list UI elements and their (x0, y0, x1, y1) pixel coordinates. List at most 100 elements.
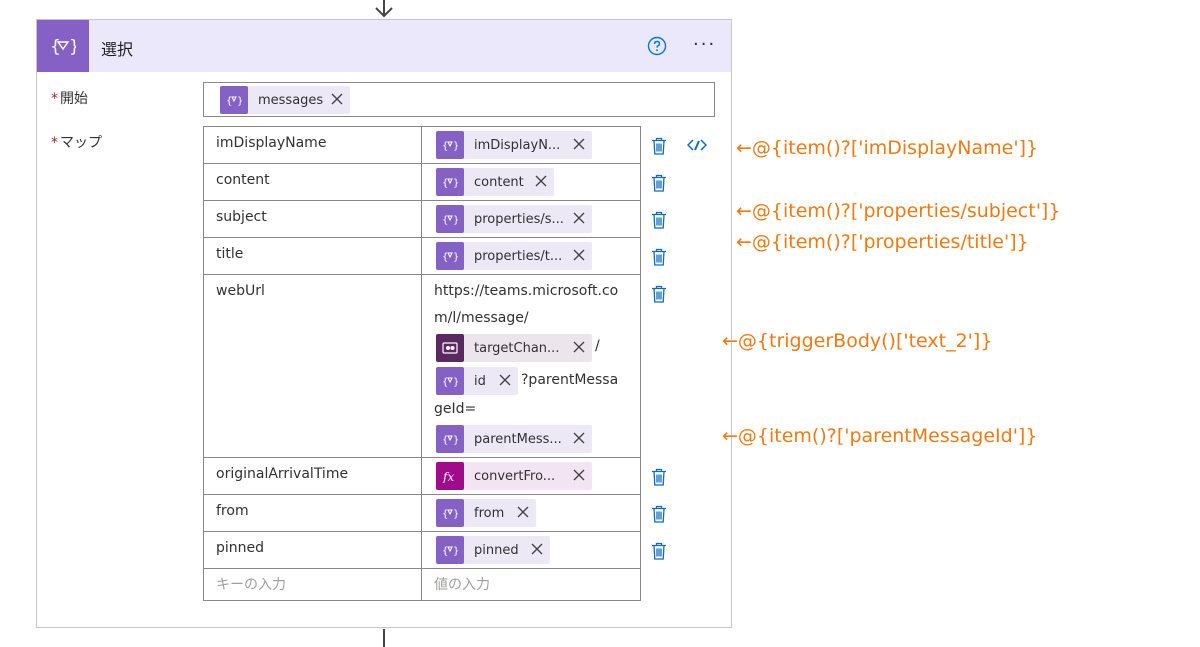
svg-text:}: } (453, 178, 458, 189)
svg-text:}: } (453, 377, 458, 388)
close-icon[interactable] (572, 137, 586, 151)
action-header[interactable]: { } 選択 ··· (37, 20, 731, 72)
close-icon[interactable] (534, 174, 548, 188)
token-label: targetChan... (474, 340, 560, 356)
svg-text:{: { (442, 252, 448, 263)
map-key-cell[interactable]: webUrl (203, 274, 422, 458)
delete-icon[interactable] (651, 174, 667, 192)
map-key-cell[interactable]: originalArrivalTime (203, 457, 422, 495)
close-icon[interactable] (572, 340, 586, 354)
svg-text:{: { (442, 215, 448, 226)
action-title[interactable]: 選択 (101, 36, 133, 60)
teams-token[interactable]: targetChan... (436, 334, 592, 362)
key-placeholder: キーの入力 (216, 577, 286, 593)
map-value-input[interactable]: 値の入力 (421, 568, 641, 601)
map-value-cell[interactable]: https://teams.microsoft.co m/l/message/ … (421, 274, 641, 458)
token-label: convertFro... (474, 468, 556, 484)
dynamic-content-token[interactable]: {} from (436, 499, 536, 527)
dynamic-content-token[interactable]: {} properties/t... (436, 242, 592, 270)
value-text: ?parentMessa (521, 372, 619, 388)
delete-icon[interactable] (651, 137, 667, 155)
map-value-cell[interactable]: {} imDisplayN... (421, 126, 641, 164)
data-operation-icon: { } (37, 20, 89, 72)
expression-token-icon: {} (436, 425, 464, 453)
close-icon[interactable] (572, 431, 586, 445)
svg-text:{: { (442, 178, 448, 189)
dynamic-content-token[interactable]: {} content (436, 168, 554, 196)
annotation-text2: ←@{triggerBody()['text_2']} (722, 330, 993, 352)
help-circle-icon[interactable] (647, 36, 667, 56)
required-mark: * (51, 91, 58, 107)
delete-icon[interactable] (651, 542, 667, 560)
token-label: messages (258, 92, 324, 108)
svg-text:{: { (50, 37, 61, 56)
expression-token-icon: {} (436, 367, 464, 395)
svg-text:{: { (442, 435, 448, 446)
delete-icon[interactable] (651, 285, 667, 303)
close-icon[interactable] (330, 92, 344, 106)
delete-icon[interactable] (651, 505, 667, 523)
expression-token[interactable]: fx convertFro... (436, 462, 592, 490)
close-icon[interactable] (530, 542, 544, 556)
start-input[interactable]: {} messages (203, 82, 715, 117)
value-text: https://teams.microsoft.co (434, 283, 619, 299)
switch-text-mode-icon[interactable] (687, 138, 707, 152)
close-icon[interactable] (572, 248, 586, 262)
map-key-input[interactable]: キーの入力 (203, 568, 422, 601)
map-value-cell[interactable]: {} properties/t... (421, 237, 641, 275)
map-key-cell[interactable]: subject (203, 200, 422, 238)
token-label: parentMess... (474, 431, 562, 447)
map-value-cell[interactable]: {} properties/s... (421, 200, 641, 238)
map-value-cell[interactable]: {} content (421, 163, 641, 201)
svg-text:}: } (237, 96, 242, 107)
dynamic-content-token[interactable]: {} id (436, 367, 518, 395)
map-key-cell[interactable]: pinned (203, 531, 422, 569)
token-label: imDisplayN... (474, 137, 561, 153)
map-key: from (216, 503, 249, 519)
token-label: id (474, 373, 486, 389)
dynamic-content-token[interactable]: {} properties/s... (436, 205, 592, 233)
flow-connector-line (383, 629, 385, 647)
svg-text:}: } (69, 37, 76, 56)
delete-icon[interactable] (651, 211, 667, 229)
map-value-cell[interactable]: {} pinned (421, 531, 641, 569)
svg-text:}: } (453, 509, 458, 520)
svg-text:}: } (453, 141, 458, 152)
map-key: subject (216, 209, 267, 225)
expression-token-icon: {} (436, 242, 464, 270)
close-icon[interactable] (572, 468, 586, 482)
close-icon[interactable] (516, 505, 530, 519)
map-value-cell[interactable]: {} from (421, 494, 641, 532)
value-text: / (595, 338, 600, 354)
expression-token-icon: {} (436, 536, 464, 564)
map-key: pinned (216, 540, 265, 556)
map-key: originalArrivalTime (216, 466, 349, 482)
expression-token-icon: {} (436, 499, 464, 527)
expression-token-icon: {} (220, 86, 248, 114)
svg-text:}: } (453, 435, 458, 446)
annotation-subject: ←@{item()?['properties/subject']} (736, 200, 1061, 222)
map-table: imDisplayName {} imDisplayN... content {… (203, 126, 641, 601)
dynamic-content-token[interactable]: {} parentMess... (436, 425, 592, 453)
token-label: properties/t... (474, 248, 563, 264)
map-key-cell[interactable]: imDisplayName (203, 126, 422, 164)
dynamic-content-token[interactable]: {} imDisplayN... (436, 131, 592, 159)
svg-text:fx: fx (442, 470, 454, 483)
more-horizontal-icon[interactable]: ··· (693, 34, 716, 55)
teams-icon (436, 334, 464, 362)
close-icon[interactable] (498, 373, 512, 387)
map-label: * マップ (51, 132, 102, 152)
map-key-cell[interactable]: content (203, 163, 422, 201)
close-icon[interactable] (572, 211, 586, 225)
map-key-cell[interactable]: from (203, 494, 422, 532)
value-text: m/l/message/ (434, 310, 529, 326)
token-label: pinned (474, 542, 519, 558)
map-key-cell[interactable]: title (203, 237, 422, 275)
delete-icon[interactable] (651, 468, 667, 486)
dynamic-content-token[interactable]: {} pinned (436, 536, 550, 564)
delete-icon[interactable] (651, 248, 667, 266)
map-key: content (216, 172, 270, 188)
dynamic-content-token[interactable]: {} messages (220, 86, 350, 114)
arrow-down-icon (375, 0, 393, 18)
map-value-cell[interactable]: fx convertFro... (421, 457, 641, 495)
